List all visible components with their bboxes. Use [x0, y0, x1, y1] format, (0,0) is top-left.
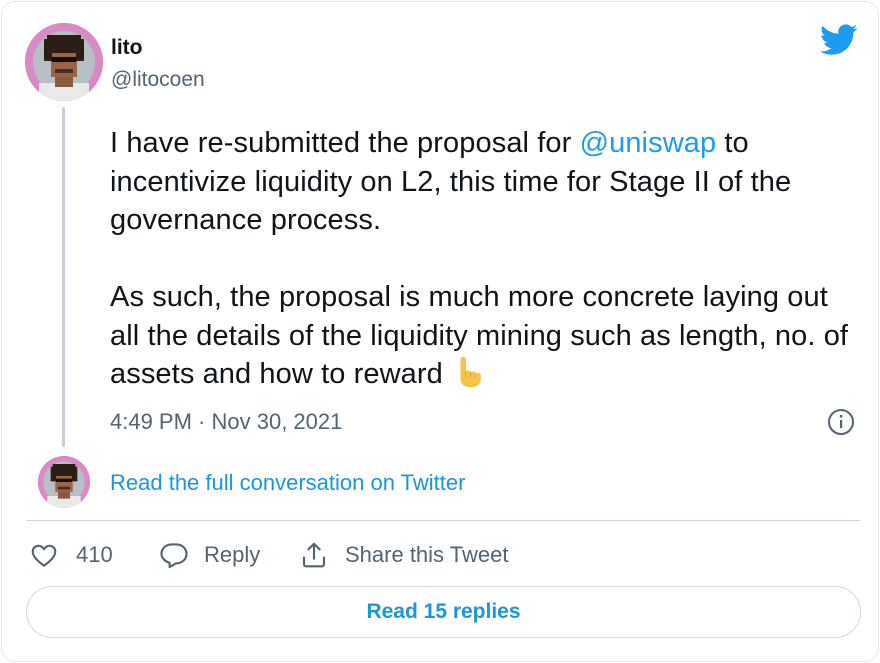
- avatar-image: [25, 23, 103, 101]
- author-avatar[interactable]: [25, 23, 103, 101]
- share-button[interactable]: Share this Tweet: [299, 540, 508, 570]
- read-conversation-link[interactable]: Read the full conversation on Twitter: [110, 470, 465, 496]
- like-count: 410: [76, 542, 113, 567]
- author-name[interactable]: lito: [111, 36, 143, 60]
- tweet-card: lito @litocoen I have re-submitted the p…: [1, 1, 879, 662]
- twitter-bird-icon[interactable]: [820, 24, 858, 56]
- like-button[interactable]: 410: [29, 540, 159, 570]
- tweet-timestamp[interactable]: 4:49 PM · Nov 30, 2021: [110, 409, 342, 435]
- tweet-text: I have re-submitted the proposal for @un…: [110, 124, 860, 394]
- tweet-paragraph-2: As such, the proposal is much more concr…: [110, 278, 860, 394]
- reply-button[interactable]: Reply: [159, 540, 299, 570]
- author-handle[interactable]: @litocoen: [111, 68, 205, 92]
- reply-label: Reply: [204, 542, 261, 567]
- avatar-image: [38, 456, 90, 508]
- reply-bubble-icon: [160, 543, 188, 569]
- info-icon[interactable]: [827, 408, 855, 436]
- tweet-paragraph-1: I have re-submitted the proposal for @un…: [110, 124, 860, 240]
- share-icon: [302, 542, 326, 568]
- mention-link[interactable]: @uniswap: [580, 127, 717, 159]
- tweet-actions: 410 Reply Share this Tweet: [29, 538, 508, 572]
- share-label: Share this Tweet: [345, 542, 509, 567]
- heart-icon: [31, 544, 57, 567]
- read-replies-button[interactable]: Read 15 replies: [26, 586, 861, 638]
- tweet-text-part: I have re-submitted the proposal for: [110, 127, 580, 159]
- thread-line: [62, 107, 65, 447]
- divider: [26, 520, 860, 521]
- pointing-down-hand-icon: [460, 356, 481, 388]
- conversation-avatar[interactable]: [38, 456, 90, 508]
